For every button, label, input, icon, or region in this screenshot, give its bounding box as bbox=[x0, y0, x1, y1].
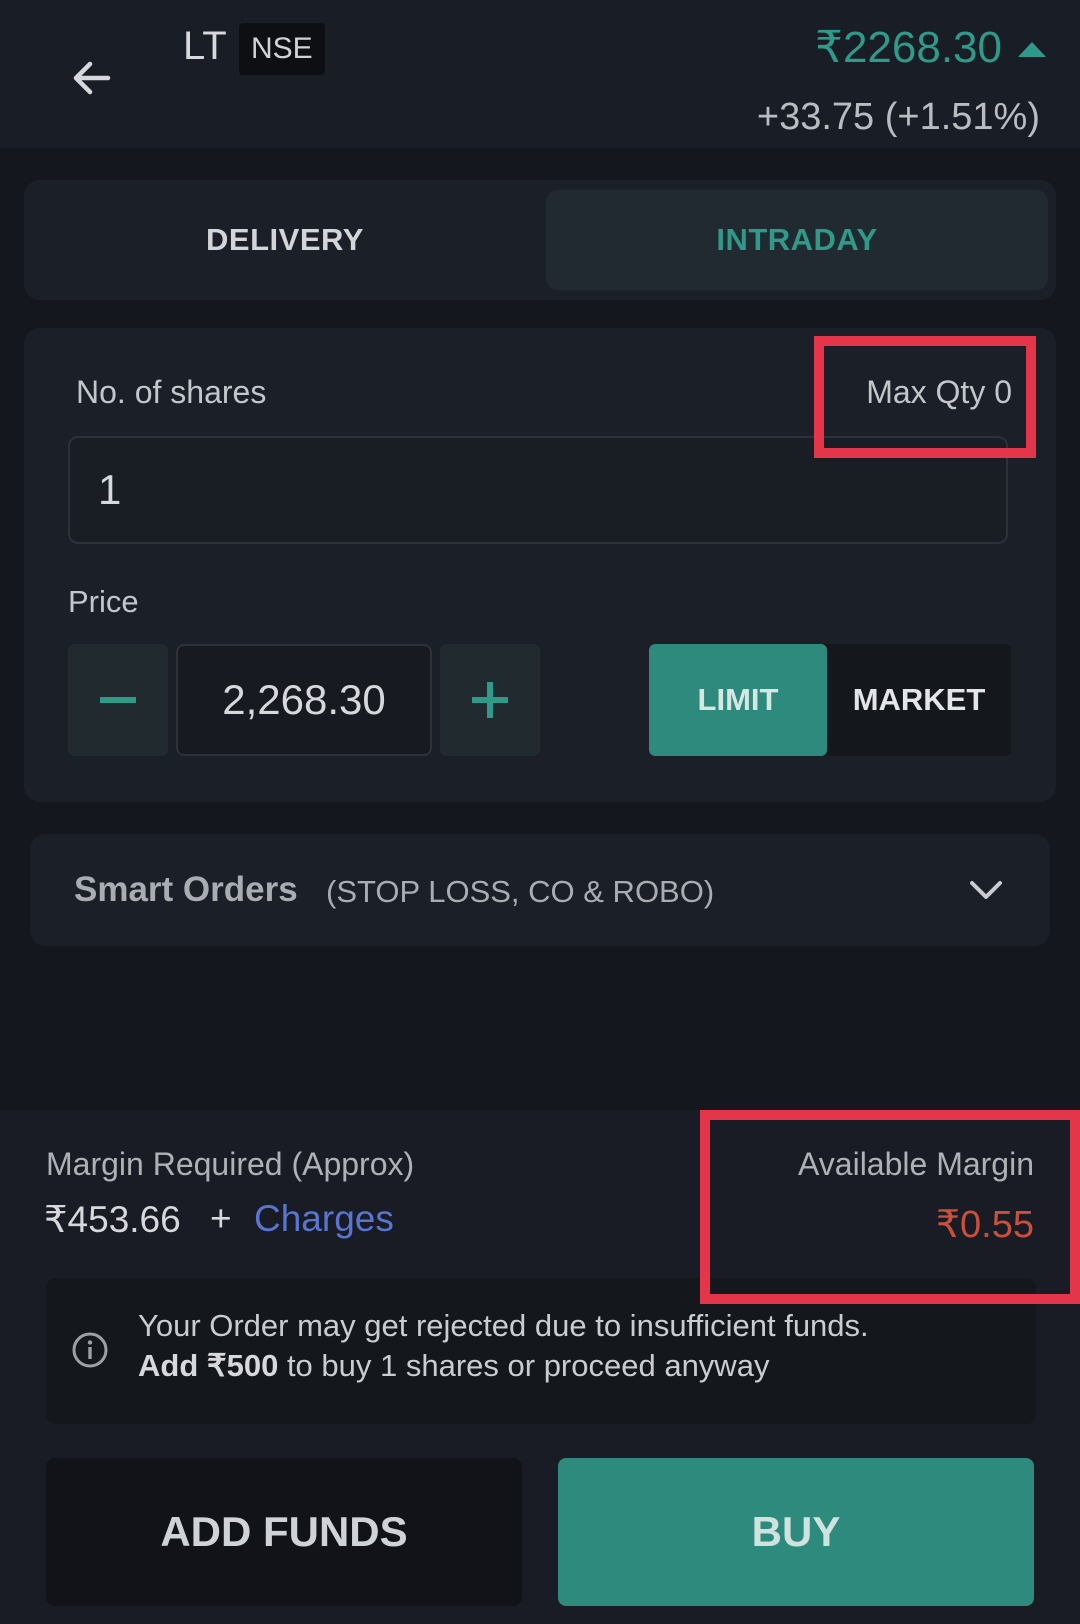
exchange-badge: NSE bbox=[239, 23, 325, 75]
limit-button[interactable]: LIMIT bbox=[649, 644, 827, 756]
tab-intraday[interactable]: INTRADAY bbox=[546, 190, 1048, 290]
buy-button[interactable]: BUY bbox=[558, 1458, 1034, 1606]
margin-required-label: Margin Required (Approx) bbox=[46, 1146, 415, 1182]
margin-required-value: ₹453.66 bbox=[44, 1199, 181, 1240]
plus-sign: + bbox=[210, 1198, 232, 1239]
shares-label: No. of shares bbox=[76, 374, 267, 410]
last-traded-price: ₹2268.30 bbox=[814, 23, 1002, 72]
product-type-tabs: DELIVERY INTRADAY bbox=[24, 180, 1056, 300]
market-button[interactable]: MARKET bbox=[827, 644, 1011, 756]
price-label: Price bbox=[68, 584, 139, 619]
order-type-toggle: LIMIT MARKET bbox=[649, 644, 1011, 756]
notice-line-1: Your Order may get rejected due to insuf… bbox=[138, 1308, 869, 1343]
price-input[interactable]: 2,268.30 bbox=[176, 644, 432, 756]
price-decrement-button[interactable] bbox=[68, 644, 168, 756]
info-icon bbox=[72, 1332, 108, 1368]
price-up-icon bbox=[1018, 42, 1046, 57]
back-button[interactable] bbox=[62, 48, 122, 108]
highlight-box-available-margin bbox=[700, 1110, 1080, 1304]
plus-icon bbox=[472, 682, 508, 718]
notice-line-2: Add ₹500 to buy 1 shares or proceed anyw… bbox=[138, 1348, 769, 1384]
top-bar: LT NSE ₹2268.30 +33.75 (+1.51%) bbox=[0, 0, 1080, 148]
charges-link[interactable]: Charges bbox=[254, 1198, 394, 1240]
chevron-down-icon bbox=[970, 881, 1002, 899]
price-increment-button[interactable] bbox=[440, 644, 540, 756]
price-change: +33.75 (+1.51%) bbox=[756, 96, 1040, 138]
smart-orders-subtitle: (STOP LOSS, CO & ROBO) bbox=[326, 874, 715, 909]
tab-delivery[interactable]: DELIVERY bbox=[34, 190, 536, 290]
stock-symbol: LT bbox=[183, 24, 227, 68]
smart-orders-expander[interactable]: Smart Orders (STOP LOSS, CO & ROBO) bbox=[30, 834, 1050, 946]
highlight-box-max-qty bbox=[814, 336, 1036, 458]
smart-orders-title: Smart Orders bbox=[74, 870, 298, 909]
add-amount-text: Add ₹500 bbox=[138, 1348, 279, 1383]
add-funds-button[interactable]: ADD FUNDS bbox=[46, 1458, 522, 1606]
back-arrow-icon bbox=[73, 61, 111, 95]
notice-line-2-rest: to buy 1 shares or proceed anyway bbox=[278, 1348, 770, 1383]
minus-icon bbox=[100, 697, 136, 703]
